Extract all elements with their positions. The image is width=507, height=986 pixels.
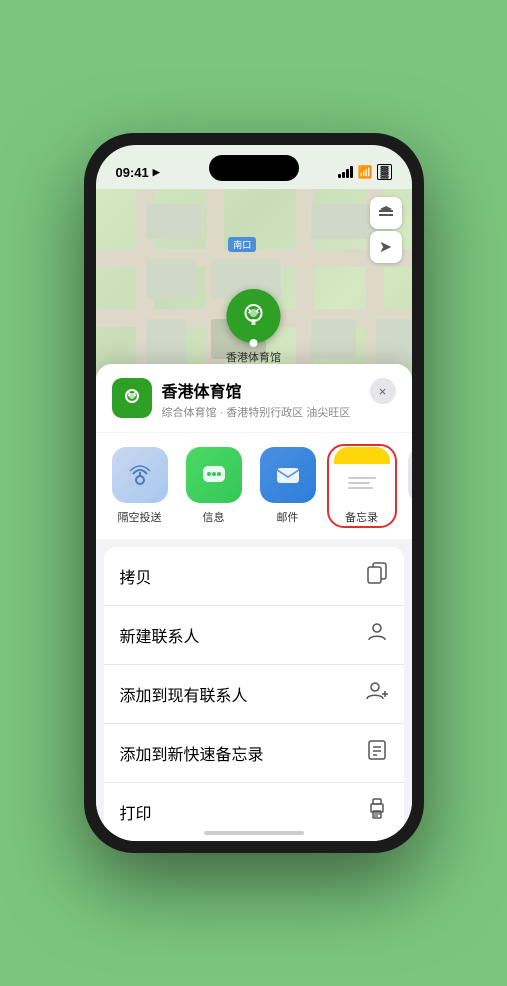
action-add-notes[interactable]: 添加到新快速备忘录 [104, 724, 404, 783]
add-notes-label: 添加到新快速备忘录 [120, 741, 264, 765]
mail-label: 邮件 [277, 509, 299, 525]
share-row: 隔空投送 信息 [96, 433, 412, 539]
venue-subtitle: 综合体育馆 · 香港特别行政区 油尖旺区 [162, 404, 360, 420]
notes-lines [342, 473, 382, 493]
share-messages[interactable]: 信息 [182, 447, 246, 525]
airdrop-icon-wrap [112, 447, 168, 503]
venue-info: 香港体育馆 综合体育馆 · 香港特别行政区 油尖旺区 [162, 378, 360, 420]
venue-title: 香港体育馆 [162, 378, 360, 402]
note-icon [366, 739, 388, 767]
pin-dot [250, 339, 258, 347]
new-contact-label: 新建联系人 [120, 623, 200, 647]
wifi-icon: 📶 [358, 165, 373, 179]
close-icon: × [379, 384, 387, 399]
status-time: 09:41 ▶ [116, 165, 160, 180]
share-airdrop[interactable]: 隔空投送 [108, 447, 172, 525]
share-more[interactable]: 提 [404, 447, 412, 525]
phone-frame: 09:41 ▶ 📶 ▓ [84, 133, 424, 853]
signal-icon [338, 166, 353, 178]
copy-label: 拷贝 [120, 564, 152, 588]
close-button[interactable]: × [370, 378, 396, 404]
airdrop-label: 隔空投送 [118, 509, 162, 525]
person-icon [366, 621, 388, 649]
map-station-label: 南口 [228, 237, 256, 252]
venue-icon [112, 378, 152, 418]
venue-header: 香港体育馆 综合体育馆 · 香港特别行政区 油尖旺区 × [96, 364, 412, 432]
messages-label: 信息 [203, 509, 225, 525]
copy-icon [366, 562, 388, 590]
print-label: 打印 [120, 800, 152, 824]
time-display: 09:41 [116, 165, 149, 180]
pin-icon [227, 289, 281, 343]
share-notes[interactable]: 备忘录 [330, 447, 394, 525]
action-copy[interactable]: 拷贝 [104, 547, 404, 606]
mail-icon-wrap [260, 447, 316, 503]
printer-icon [366, 798, 388, 826]
dynamic-island [209, 155, 299, 181]
person-add-icon [366, 680, 388, 708]
phone-screen: 09:41 ▶ 📶 ▓ [96, 145, 412, 841]
messages-icon-wrap [186, 447, 242, 503]
map-layers-button[interactable] [370, 197, 402, 229]
home-indicator [204, 831, 304, 835]
status-bar: 09:41 ▶ 📶 ▓ [96, 145, 412, 189]
location-button[interactable]: ➤ [370, 231, 402, 263]
action-list: 拷贝 新建联系人 [104, 547, 404, 841]
bottom-sheet: 香港体育馆 综合体育馆 · 香港特别行政区 油尖旺区 × [96, 364, 412, 841]
more-icon-wrap [408, 447, 412, 503]
map-controls: ➤ [370, 197, 402, 263]
action-add-existing[interactable]: 添加到现有联系人 [104, 665, 404, 724]
location-icon: ▶ [153, 167, 160, 178]
action-new-contact[interactable]: 新建联系人 [104, 606, 404, 665]
notes-icon-wrap [334, 447, 390, 503]
notes-label: 备忘录 [345, 509, 378, 525]
share-mail[interactable]: 邮件 [256, 447, 320, 525]
venue-map-label: 香港体育馆 [226, 349, 281, 365]
add-existing-label: 添加到现有联系人 [120, 682, 248, 706]
status-icons: 📶 ▓ [338, 164, 392, 180]
battery-icon: ▓ [377, 164, 391, 180]
venue-pin: 香港体育馆 [226, 289, 281, 365]
